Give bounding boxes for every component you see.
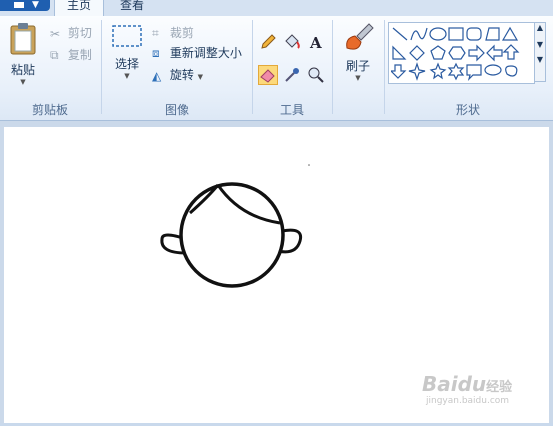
brushes-label: 刷子: [345, 59, 370, 73]
group-divider: [101, 20, 102, 114]
group-divider: [252, 20, 253, 114]
down-arrow-shape-icon: [391, 64, 407, 79]
watermark-url: jingyan.baidu.com: [426, 396, 510, 406]
scissors-icon: ✂: [50, 26, 61, 41]
five-point-star-shape-icon: [429, 62, 447, 80]
crop-button[interactable]: ⌗ 裁剪: [152, 24, 194, 41]
curve-shape-icon: [410, 27, 428, 41]
copy-button[interactable]: ⧉ 复制: [50, 46, 92, 63]
shapes-icons: [391, 26, 520, 81]
resize-icon: ⧈: [152, 46, 160, 60]
ribbon-tab-bar: ▼ 主页 查看: [0, 0, 553, 16]
copy-label: 复制: [67, 48, 92, 62]
rounded-callout-shape-icon: [466, 64, 482, 81]
cloud-callout-shape-icon: [505, 65, 518, 77]
shapes-gallery[interactable]: [388, 22, 535, 84]
text-icon: A: [309, 34, 322, 52]
image-group: 选择 ▼ ⌗ 裁剪 ⧈ 重新调整大小 ◭ 旋转 ▼ 图像: [104, 16, 250, 120]
shapes-scroll[interactable]: ▲ ▼ ▼: [534, 22, 546, 82]
group-divider: [332, 20, 333, 114]
right-triangle-shape-icon: [392, 45, 407, 60]
rotate-label: 旋转: [169, 68, 194, 82]
gallery-expand-icon[interactable]: ▼: [535, 55, 545, 64]
watermark-brand-2: 经验: [486, 380, 513, 395]
chevron-down-icon: ▼: [197, 73, 204, 81]
chevron-down-icon: ▼: [32, 0, 39, 10]
left-arrow-shape-icon: [486, 44, 503, 62]
line-shape-icon: [392, 27, 408, 41]
application-menu-button[interactable]: ▼: [0, 0, 50, 11]
paint-menu-icon: [14, 2, 24, 8]
svg-text:A: A: [309, 34, 322, 51]
paint-bucket-icon: [285, 34, 300, 49]
scroll-up-icon[interactable]: ▲: [535, 23, 545, 32]
chevron-down-icon: ▼: [124, 72, 130, 80]
ribbon: 粘贴 ▼ ✂ 剪切 ⧉ 复制 剪贴板 选择 ▼ ⌗ 裁剪 ⧈ 重新调整大小 ◭ …: [0, 16, 553, 121]
watermark: Baidu经验 jingyan.baidu.com: [422, 372, 512, 406]
eraser-icon: [260, 69, 275, 83]
selection-rectangle-icon: [112, 25, 142, 47]
image-group-label: 图像: [164, 103, 189, 117]
diamond-shape-icon: [409, 45, 425, 61]
chevron-down-icon: ▼: [20, 78, 26, 86]
clipboard-icon: [10, 23, 36, 55]
oval-shape-icon: [429, 27, 447, 41]
up-arrow-shape-icon: [502, 44, 520, 60]
chevron-down-icon: ▼: [355, 74, 361, 82]
rotate-icon: ◭: [152, 68, 162, 83]
group-divider: [384, 20, 385, 114]
magnifier-icon: [308, 67, 324, 83]
color-picker-tool[interactable]: [282, 65, 302, 85]
polygon-shape-icon: [485, 27, 500, 41]
rotate-button[interactable]: ◭ 旋转 ▼: [152, 66, 203, 83]
six-point-star-shape-icon: [447, 62, 465, 81]
tools-group-label: 工具: [279, 103, 304, 117]
brush-icon: [346, 23, 374, 50]
text-tool[interactable]: A: [306, 32, 326, 52]
resize-button[interactable]: ⧈ 重新调整大小: [152, 44, 242, 61]
oval-callout-shape-icon: [484, 64, 502, 76]
four-point-star-shape-icon: [408, 62, 426, 81]
copy-icon: ⧉: [50, 48, 59, 62]
eyedropper-icon: [285, 68, 299, 82]
hexagon-shape-icon: [448, 46, 466, 60]
shapes-group-label: 形状: [455, 103, 480, 117]
select-label: 选择: [114, 57, 139, 71]
right-arrow-shape-icon: [468, 44, 485, 62]
rounded-rectangle-shape-icon: [466, 27, 482, 41]
clipboard-group: 粘贴 ▼ ✂ 剪切 ⧉ 复制 剪贴板: [0, 16, 100, 120]
pentagon-shape-icon: [430, 45, 446, 60]
eraser-tool[interactable]: [258, 65, 278, 85]
pencil-tool[interactable]: [258, 32, 278, 52]
watermark-brand: Baidu: [422, 372, 487, 396]
paste-label: 粘贴: [10, 63, 35, 77]
scroll-down-icon[interactable]: ▼: [535, 40, 545, 49]
select-button[interactable]: 选择 ▼: [108, 22, 146, 94]
crop-label: 裁剪: [169, 26, 194, 40]
speck: [308, 164, 310, 166]
magnifier-tool[interactable]: [306, 65, 326, 85]
pencil-icon: [261, 34, 276, 49]
crop-icon: ⌗: [152, 26, 159, 40]
resize-label: 重新调整大小: [169, 46, 242, 60]
paste-button[interactable]: 粘贴 ▼: [4, 22, 42, 94]
tab-view[interactable]: 查看: [108, 0, 156, 16]
tab-home[interactable]: 主页: [54, 0, 104, 16]
fill-tool[interactable]: [282, 32, 302, 52]
triangle-shape-icon: [501, 26, 519, 41]
tools-group: A 工具: [254, 16, 330, 120]
cut-button[interactable]: ✂ 剪切: [50, 24, 92, 41]
rectangle-shape-icon: [448, 27, 464, 41]
cut-label: 剪切: [67, 26, 92, 40]
clipboard-group-label: 剪贴板: [31, 103, 68, 117]
brushes-button[interactable]: 刷子 ▼: [336, 22, 380, 94]
